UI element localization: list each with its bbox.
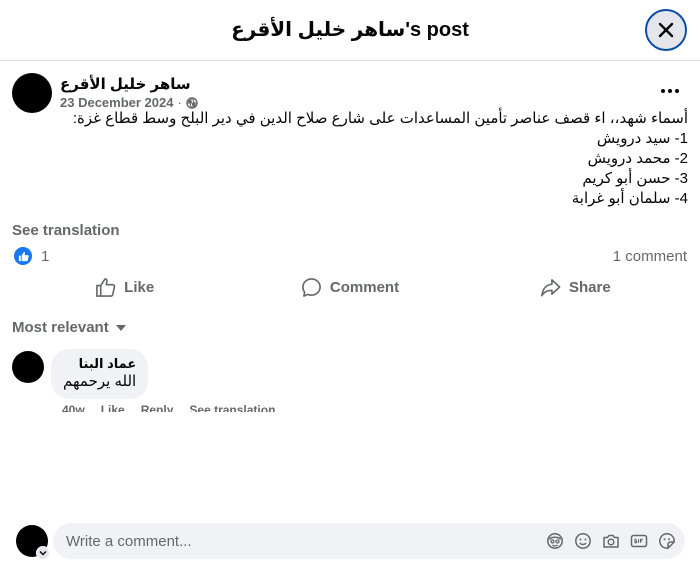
commenter-avatar[interactable]: [12, 351, 44, 383]
comment-bubble-icon: [302, 277, 321, 297]
post-body-line: 3- حسن أبو كريم: [582, 170, 688, 187]
comment-time[interactable]: 40w: [62, 401, 85, 412]
comment-see-translation-link[interactable]: See translation: [189, 401, 275, 412]
post-date[interactable]: 23 December 2024: [60, 95, 173, 110]
comment-sort-label: Most relevant: [12, 319, 109, 336]
share-button-label: Share: [568, 278, 611, 296]
close-button[interactable]: [645, 9, 687, 51]
more-dot-icon: [661, 89, 665, 93]
post-body-line: أسماء شهد،، اء قصف عناصر تأمين المساعدات…: [72, 110, 688, 127]
more-dot-icon: [675, 89, 679, 93]
reaction-summary[interactable]: 1: [14, 247, 49, 265]
comment-like-link[interactable]: Like: [101, 401, 125, 412]
like-button-label: Like: [124, 278, 155, 296]
more-dot-icon: [668, 89, 672, 93]
like-button[interactable]: Like: [12, 271, 237, 303]
comment-count-link[interactable]: 1 comment: [613, 248, 687, 265]
comment-text: الله يرحمهم: [63, 373, 137, 390]
like-reaction-icon: [14, 247, 32, 265]
profile-switch-chevron-icon[interactable]: [36, 546, 50, 560]
post-dialog-header: ساهر خليل الأقرع's post: [0, 0, 700, 61]
share-arrow-icon: [541, 278, 561, 296]
comment-reply-link[interactable]: Reply: [141, 401, 174, 412]
post-action-bar: Like Comment Share: [12, 271, 688, 303]
more-options-button[interactable]: [655, 80, 685, 102]
share-button[interactable]: Share: [463, 271, 688, 303]
see-translation-link[interactable]: See translation: [12, 222, 120, 239]
comment-action-links: 40w Like Reply See translation: [62, 401, 275, 412]
avatar-sticker-icon[interactable]: [545, 531, 565, 551]
comment-input[interactable]: [66, 523, 466, 559]
author-avatar[interactable]: [12, 73, 52, 113]
emoji-icon[interactable]: [573, 531, 593, 551]
meta-separator: ·: [177, 95, 182, 110]
dialog-title: ساهر خليل الأقرع's post: [231, 19, 469, 41]
comment-composer: [53, 523, 685, 559]
sticker-icon[interactable]: [657, 531, 677, 551]
comment-button-label: Comment: [329, 278, 400, 296]
composer-tools: [545, 531, 677, 551]
close-icon: [658, 22, 674, 38]
comment-bubble: عماد البنا الله يرحمهم: [51, 349, 149, 399]
post-body-line: 1- سيد درويش: [596, 130, 688, 147]
comment-button[interactable]: Comment: [237, 271, 462, 303]
post-body: أسماء شهد،، اء قصف عناصر تأمين المساعدات…: [12, 109, 688, 209]
author-name[interactable]: ساهر خليل الأقرع: [60, 75, 191, 93]
post-body-line: 2- محمد درويش: [587, 150, 688, 167]
camera-icon[interactable]: [601, 531, 621, 551]
comment-sort-dropdown[interactable]: Most relevant: [12, 319, 127, 336]
comment-author[interactable]: عماد البنا: [63, 356, 137, 372]
gif-icon[interactable]: [629, 531, 649, 551]
post-meta: 23 December 2024 ·: [60, 95, 198, 110]
reaction-count: 1: [41, 247, 50, 265]
caret-down-icon: [115, 324, 126, 331]
globe-icon: [186, 96, 198, 109]
thumbs-up-icon: [96, 277, 116, 297]
post-body-line: 4- سلمان أبو غرابة: [571, 190, 688, 207]
